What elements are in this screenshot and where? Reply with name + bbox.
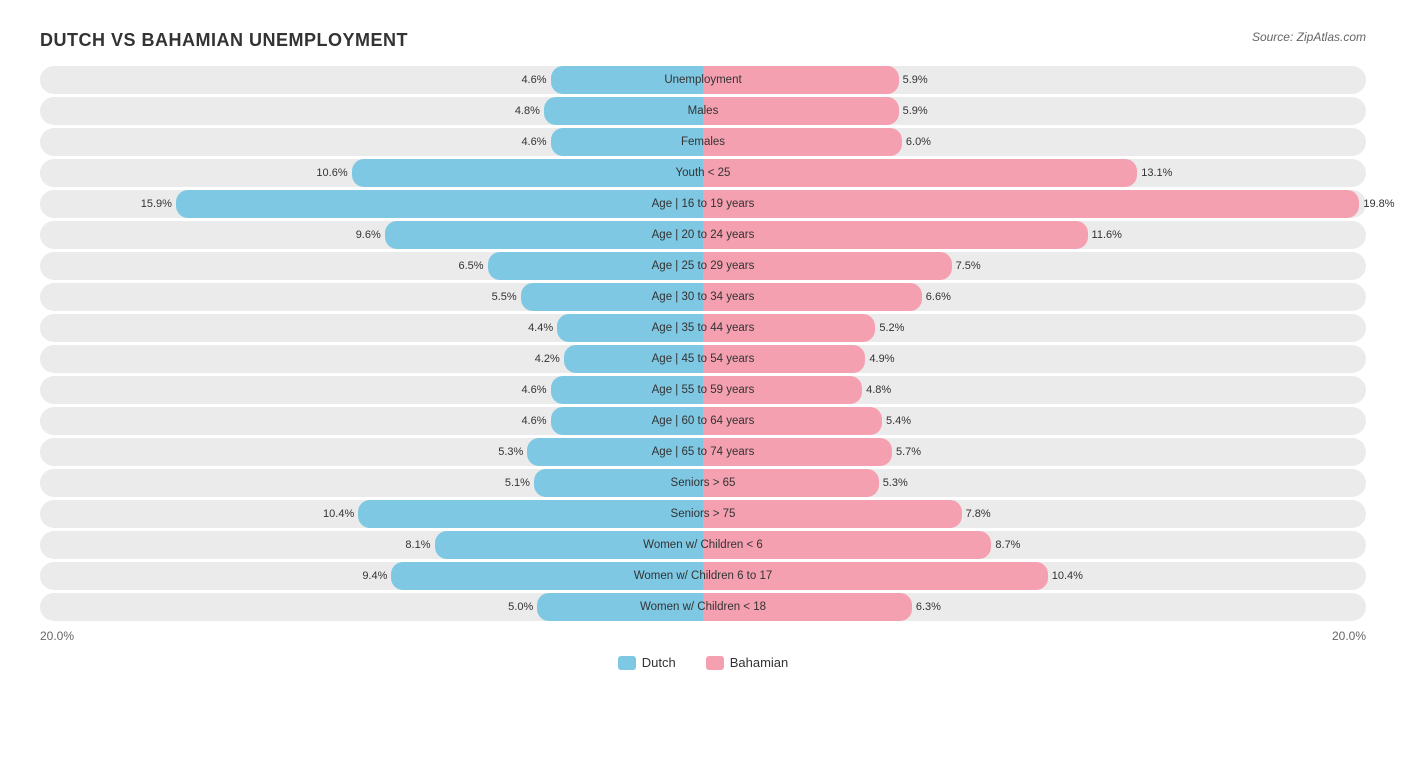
legend-dutch-color [618, 656, 636, 670]
legend-bahamian: Bahamian [706, 655, 789, 670]
bar-row: Age | 25 to 29 years 6.5% 7.5% [40, 252, 1366, 280]
rows-wrapper: Unemployment 4.6% 5.9% Males 4.8% 5.9% Females… [40, 66, 1366, 621]
bar-label: Women w/ Children < 18 [640, 601, 766, 613]
pink-bar [703, 500, 962, 528]
blue-bar [358, 500, 703, 528]
chart-legend: Dutch Bahamian [40, 655, 1366, 670]
bar-row: Seniors > 65 5.1% 5.3% [40, 469, 1366, 497]
bar-label: Age | 60 to 64 years [652, 415, 755, 427]
bar-row: Women w/ Children 6 to 17 9.4% 10.4% [40, 562, 1366, 590]
bar-right-value: 7.5% [956, 260, 981, 272]
bar-row: Age | 55 to 59 years 4.6% 4.8% [40, 376, 1366, 404]
bar-label: Unemployment [664, 74, 741, 86]
bar-row: Women w/ Children < 18 5.0% 6.3% [40, 593, 1366, 621]
bar-left-value: 8.1% [405, 539, 430, 551]
bar-right-value: 10.4% [1052, 570, 1083, 582]
bar-label: Age | 16 to 19 years [652, 198, 755, 210]
bar-label: Age | 45 to 54 years [652, 353, 755, 365]
bar-right-value: 4.8% [866, 384, 891, 396]
pink-bar [703, 159, 1137, 187]
bar-left-value: 5.0% [508, 601, 533, 613]
pink-bar [703, 97, 899, 125]
bar-label: Seniors > 75 [671, 508, 736, 520]
bar-right-value: 4.9% [869, 353, 894, 365]
bar-right-value: 11.6% [1092, 229, 1122, 241]
bar-row: Seniors > 75 10.4% 7.8% [40, 500, 1366, 528]
bar-row: Age | 45 to 54 years 4.2% 4.9% [40, 345, 1366, 373]
bar-label: Age | 65 to 74 years [652, 446, 755, 458]
bar-left-value: 10.4% [323, 508, 354, 520]
bar-label: Age | 25 to 29 years [652, 260, 755, 272]
bar-right-value: 5.9% [903, 74, 928, 86]
x-axis-left: 20.0% [40, 629, 74, 643]
bar-right-value: 5.9% [903, 105, 928, 117]
bar-right-value: 8.7% [995, 539, 1020, 551]
bar-right-value: 6.6% [926, 291, 951, 303]
bar-label: Women w/ Children < 6 [643, 539, 763, 551]
bar-left-value: 5.1% [505, 477, 530, 489]
pink-bar [703, 190, 1359, 218]
bar-label: Males [688, 105, 719, 117]
bar-row: Age | 30 to 34 years 5.5% 6.6% [40, 283, 1366, 311]
pink-bar [703, 128, 902, 156]
bar-right-value: 5.4% [886, 415, 911, 427]
bar-left-value: 4.6% [521, 74, 546, 86]
bar-label: Women w/ Children 6 to 17 [634, 570, 773, 582]
bar-row: Youth < 25 10.6% 13.1% [40, 159, 1366, 187]
bar-row: Unemployment 4.6% 5.9% [40, 66, 1366, 94]
bar-left-value: 4.6% [521, 384, 546, 396]
chart-container: DUTCH VS BAHAMIAN UNEMPLOYMENT Source: Z… [20, 20, 1386, 690]
bar-left-value: 4.2% [535, 353, 560, 365]
bar-left-value: 15.9% [141, 198, 172, 210]
bar-label: Age | 20 to 24 years [652, 229, 755, 241]
bar-left-value: 6.5% [458, 260, 483, 272]
bar-left-value: 4.4% [528, 322, 553, 334]
bar-row: Age | 65 to 74 years 5.3% 5.7% [40, 438, 1366, 466]
blue-bar [176, 190, 703, 218]
legend-dutch-label: Dutch [642, 655, 676, 670]
bar-left-value: 10.6% [316, 167, 347, 179]
bar-right-value: 19.8% [1363, 198, 1394, 210]
x-axis: 20.0% 20.0% [40, 629, 1366, 643]
bar-right-value: 13.1% [1141, 167, 1172, 179]
legend-dutch: Dutch [618, 655, 676, 670]
bar-right-value: 5.2% [879, 322, 904, 334]
legend-bahamian-color [706, 656, 724, 670]
bar-right-value: 5.3% [883, 477, 908, 489]
blue-bar [352, 159, 703, 187]
bar-row: Females 4.6% 6.0% [40, 128, 1366, 156]
chart-title: DUTCH VS BAHAMIAN UNEMPLOYMENT [40, 30, 408, 51]
bar-left-value: 4.8% [515, 105, 540, 117]
bar-left-value: 5.5% [492, 291, 517, 303]
bar-left-value: 4.6% [521, 415, 546, 427]
bar-right-value: 6.3% [916, 601, 941, 613]
blue-bar [544, 97, 703, 125]
bar-row: Males 4.8% 5.9% [40, 97, 1366, 125]
bar-label: Age | 30 to 34 years [652, 291, 755, 303]
bar-row: Age | 20 to 24 years 9.6% 11.6% [40, 221, 1366, 249]
pink-bar [703, 221, 1088, 249]
bar-label: Age | 35 to 44 years [652, 322, 755, 334]
chart-header: DUTCH VS BAHAMIAN UNEMPLOYMENT Source: Z… [40, 30, 1366, 51]
bar-label: Seniors > 65 [671, 477, 736, 489]
x-axis-right: 20.0% [1332, 629, 1366, 643]
bar-left-value: 5.3% [498, 446, 523, 458]
bar-right-value: 5.7% [896, 446, 921, 458]
bar-left-value: 9.4% [362, 570, 387, 582]
chart-source: Source: ZipAtlas.com [1252, 30, 1366, 44]
bar-label: Females [681, 136, 725, 148]
bar-label: Age | 55 to 59 years [652, 384, 755, 396]
bar-row: Age | 35 to 44 years 4.4% 5.2% [40, 314, 1366, 342]
legend-bahamian-label: Bahamian [730, 655, 789, 670]
bar-row: Age | 16 to 19 years15.9%19.8% [40, 190, 1366, 218]
bar-right-value: 6.0% [906, 136, 931, 148]
bar-left-value: 4.6% [521, 136, 546, 148]
bar-right-value: 7.8% [966, 508, 991, 520]
bar-left-value: 9.6% [356, 229, 381, 241]
bar-row: Women w/ Children < 6 8.1% 8.7% [40, 531, 1366, 559]
bar-label: Youth < 25 [676, 167, 731, 179]
bar-row: Age | 60 to 64 years 4.6% 5.4% [40, 407, 1366, 435]
